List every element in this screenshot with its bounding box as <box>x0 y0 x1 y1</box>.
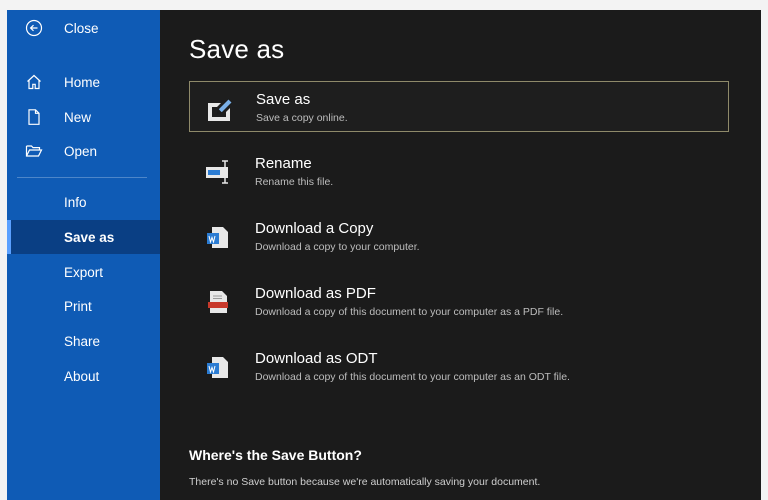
sidebar-item-info[interactable]: Info <box>7 185 160 219</box>
sidebar-item-share[interactable]: Share <box>7 324 160 358</box>
sidebar-divider <box>17 177 147 178</box>
sidebar-item-home[interactable]: Home <box>7 65 160 99</box>
sidebar-item-label: Open <box>64 143 98 159</box>
option-title: Save as <box>256 91 311 108</box>
main-panel: Save as Save as Save a copy online. Rena… <box>160 10 761 500</box>
option-download-copy[interactable]: Download a Copy Download a copy to your … <box>189 211 729 262</box>
rename-icon <box>206 160 228 184</box>
sidebar-item-print[interactable]: Print <box>7 289 160 323</box>
option-description: Download a copy of this document to your… <box>255 371 570 383</box>
odt-document-icon <box>207 357 228 378</box>
option-description: Save a copy online. <box>256 112 348 124</box>
sidebar-item-save-as[interactable]: Save as <box>7 220 160 254</box>
sidebar-item-export[interactable]: Export <box>7 255 160 289</box>
option-title: Download as ODT <box>255 350 378 367</box>
sidebar-item-label: Print <box>64 298 92 314</box>
help-text: There's no Save button because we're aut… <box>189 476 541 488</box>
page-title: Save as <box>189 34 285 64</box>
close-label: Close <box>64 20 99 36</box>
sidebar-item-about[interactable]: About <box>7 359 160 393</box>
sidebar-item-label: Info <box>64 194 87 210</box>
sidebar-item-label: Export <box>64 264 104 280</box>
word-document-icon <box>207 227 228 248</box>
option-description: Download a copy of this document to your… <box>255 306 564 318</box>
close-button[interactable]: Close <box>7 11 160 45</box>
new-document-icon <box>28 109 40 125</box>
sidebar: Close Home New Open Info Save as Export … <box>7 10 160 500</box>
sidebar-item-open[interactable]: Open <box>7 134 160 168</box>
home-icon <box>27 74 41 90</box>
save-as-pencil-icon <box>208 98 233 121</box>
option-title: Rename <box>255 155 312 172</box>
option-description: Download a copy to your computer. <box>255 241 420 253</box>
help-heading: Where's the Save Button? <box>189 447 362 463</box>
option-rename[interactable]: Rename Rename this file. <box>189 146 729 197</box>
option-download-odt[interactable]: Download as ODT Download a copy of this … <box>189 341 729 392</box>
option-description: Rename this file. <box>255 176 334 188</box>
sidebar-item-label: About <box>64 368 100 384</box>
option-title: Download as PDF <box>255 285 376 302</box>
sidebar-item-label: Save as <box>64 229 115 245</box>
sidebar-item-new[interactable]: New <box>7 100 160 134</box>
option-title: Download a Copy <box>255 220 374 237</box>
pdf-document-icon <box>208 291 228 313</box>
back-arrow-circle-icon <box>25 19 43 37</box>
option-save-as[interactable]: Save as Save a copy online. <box>189 81 729 132</box>
backstage-view: Close Home New Open Info Save as Export … <box>7 10 761 500</box>
option-download-pdf[interactable]: Download as PDF Download a copy of this … <box>189 276 729 327</box>
folder-open-icon <box>25 145 43 157</box>
sidebar-item-label: Share <box>64 333 101 349</box>
sidebar-item-label: Home <box>64 74 101 90</box>
sidebar-item-label: New <box>64 109 92 125</box>
